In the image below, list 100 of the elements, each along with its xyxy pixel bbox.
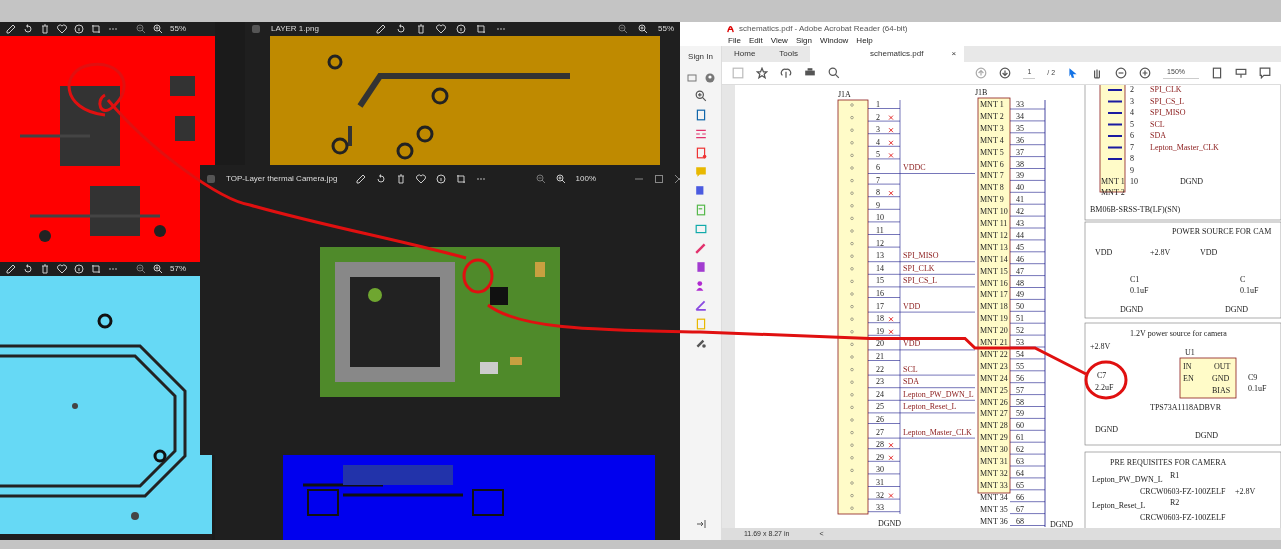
- tab[interactable]: Tools: [767, 46, 811, 62]
- pin-name: MNT 23: [980, 361, 1008, 371]
- zoom-in-icon[interactable]: [638, 24, 648, 34]
- component-label: VDD: [1095, 248, 1113, 257]
- pin-number: 68: [1016, 516, 1024, 526]
- image-icon[interactable]: [694, 223, 707, 235]
- info-icon[interactable]: [436, 174, 446, 184]
- pin-name: MNT 15: [980, 266, 1008, 276]
- heart-icon[interactable]: [57, 264, 67, 274]
- document-icon[interactable]: [694, 261, 707, 273]
- crop-icon[interactable]: [91, 264, 101, 274]
- pin-number: 51: [1016, 314, 1024, 324]
- mail-icon[interactable]: [686, 73, 697, 83]
- component-label: C9: [1248, 373, 1258, 382]
- pin-name: MNT 16: [980, 278, 1008, 288]
- keyboard-icon[interactable]: [1235, 67, 1247, 79]
- menu-item[interactable]: Sign: [795, 35, 812, 46]
- net-label: SPI_MISO: [1150, 108, 1186, 117]
- rotate-icon[interactable]: [396, 24, 406, 34]
- zoom-out-icon[interactable]: [1115, 67, 1128, 79]
- crop-icon[interactable]: [476, 24, 486, 34]
- net-label: VDD: [903, 339, 921, 349]
- info-icon[interactable]: [74, 24, 84, 34]
- sign-in-link[interactable]: Sign In: [688, 48, 713, 66]
- zoom-in-icon[interactable]: [153, 264, 163, 274]
- delete-icon[interactable]: [40, 264, 50, 274]
- comment-icon[interactable]: [1259, 67, 1271, 79]
- pin-name: MNT 26: [980, 397, 1008, 407]
- pen-icon[interactable]: [694, 242, 707, 254]
- zoom-out-icon[interactable]: [535, 174, 546, 184]
- pin-icon: [850, 267, 854, 271]
- edit-icon[interactable]: [356, 174, 366, 184]
- component-label: CRCW0603-FZ-100ZELF: [1140, 513, 1226, 522]
- document-icon[interactable]: [694, 147, 707, 159]
- window-title: LAYER 1.png: [271, 23, 320, 35]
- tab[interactable]: schematics.pdf ×: [810, 46, 965, 62]
- edit-icon[interactable]: [6, 264, 16, 274]
- pin-icon: [850, 431, 854, 435]
- edit-icon[interactable]: [6, 24, 16, 34]
- pin-number: 58: [1016, 397, 1024, 407]
- pin-icon: [850, 481, 854, 485]
- pin-name: MNT 34: [980, 492, 1008, 502]
- collapse-pane-icon[interactable]: [695, 519, 706, 529]
- crop-icon[interactable]: [456, 174, 466, 184]
- fit-page-icon[interactable]: [1211, 67, 1223, 79]
- pin-icon: [850, 103, 854, 107]
- info-icon[interactable]: [74, 264, 84, 274]
- profile-icon[interactable]: [704, 73, 715, 83]
- pin-number: 9: [1130, 165, 1134, 175]
- edit-icon[interactable]: [376, 24, 386, 34]
- pin-number: 38: [1016, 159, 1024, 169]
- zoom-icon[interactable]: [694, 90, 707, 102]
- delete-icon[interactable]: [40, 24, 50, 34]
- rotate-icon[interactable]: [23, 264, 33, 274]
- net-label: DGND: [878, 519, 902, 528]
- heart-icon[interactable]: [57, 24, 67, 34]
- part-label: BM06B-SRSS-TB(LF)(SN): [1090, 205, 1181, 214]
- rotate-icon[interactable]: [376, 174, 386, 184]
- arrow-down-icon[interactable]: [999, 67, 1012, 79]
- pin-number: 52: [1016, 326, 1024, 336]
- delete-icon[interactable]: [416, 24, 426, 34]
- pin-number: 40: [1016, 183, 1024, 193]
- search-icon[interactable]: [828, 67, 840, 79]
- menu-item[interactable]: Edit: [748, 35, 763, 46]
- delete-icon[interactable]: [396, 174, 406, 184]
- pin-number: 67: [1016, 504, 1024, 514]
- upload-icon[interactable]: [780, 67, 792, 79]
- zoom-out-icon[interactable]: [136, 264, 146, 274]
- heart-icon[interactable]: [416, 174, 426, 184]
- menu-item[interactable]: File: [728, 35, 741, 46]
- pin-number: 22: [876, 364, 884, 374]
- pen-icon[interactable]: [694, 299, 707, 311]
- menu-item[interactable]: Help: [856, 35, 873, 46]
- zoom-in-icon[interactable]: [555, 174, 566, 184]
- zoom-level: 55%: [658, 23, 674, 35]
- pin-icon: [850, 380, 854, 384]
- info-icon[interactable]: [456, 24, 466, 34]
- acrobat-logo-icon[interactable]: [726, 24, 735, 33]
- zoom-out-icon[interactable]: [618, 24, 628, 34]
- pin-name: MNT 19: [980, 314, 1008, 324]
- star-icon[interactable]: [756, 67, 768, 79]
- zoom-in-icon[interactable]: [1139, 67, 1152, 79]
- pin-icon: [850, 242, 854, 246]
- tab[interactable]: Home: [722, 46, 768, 62]
- maximize-icon[interactable]: [654, 174, 664, 184]
- pin-number: 29: [876, 452, 884, 462]
- layout-icon[interactable]: [694, 128, 707, 140]
- zoom-out-icon[interactable]: [136, 24, 146, 34]
- net-label: VDD: [903, 301, 921, 311]
- document-icon[interactable]: [694, 109, 707, 121]
- zoom-in-icon[interactable]: [153, 24, 163, 34]
- menu-item[interactable]: View: [770, 35, 788, 46]
- pin-icon: [850, 468, 854, 472]
- rotate-icon[interactable]: [23, 24, 33, 34]
- crop-icon[interactable]: [91, 24, 101, 34]
- wrench-icon[interactable]: [694, 337, 707, 349]
- menu-item[interactable]: Window: [819, 35, 849, 46]
- pin-number: 44: [1016, 230, 1024, 240]
- heart-icon[interactable]: [436, 24, 446, 34]
- pin-name: MNT 20: [980, 326, 1008, 336]
